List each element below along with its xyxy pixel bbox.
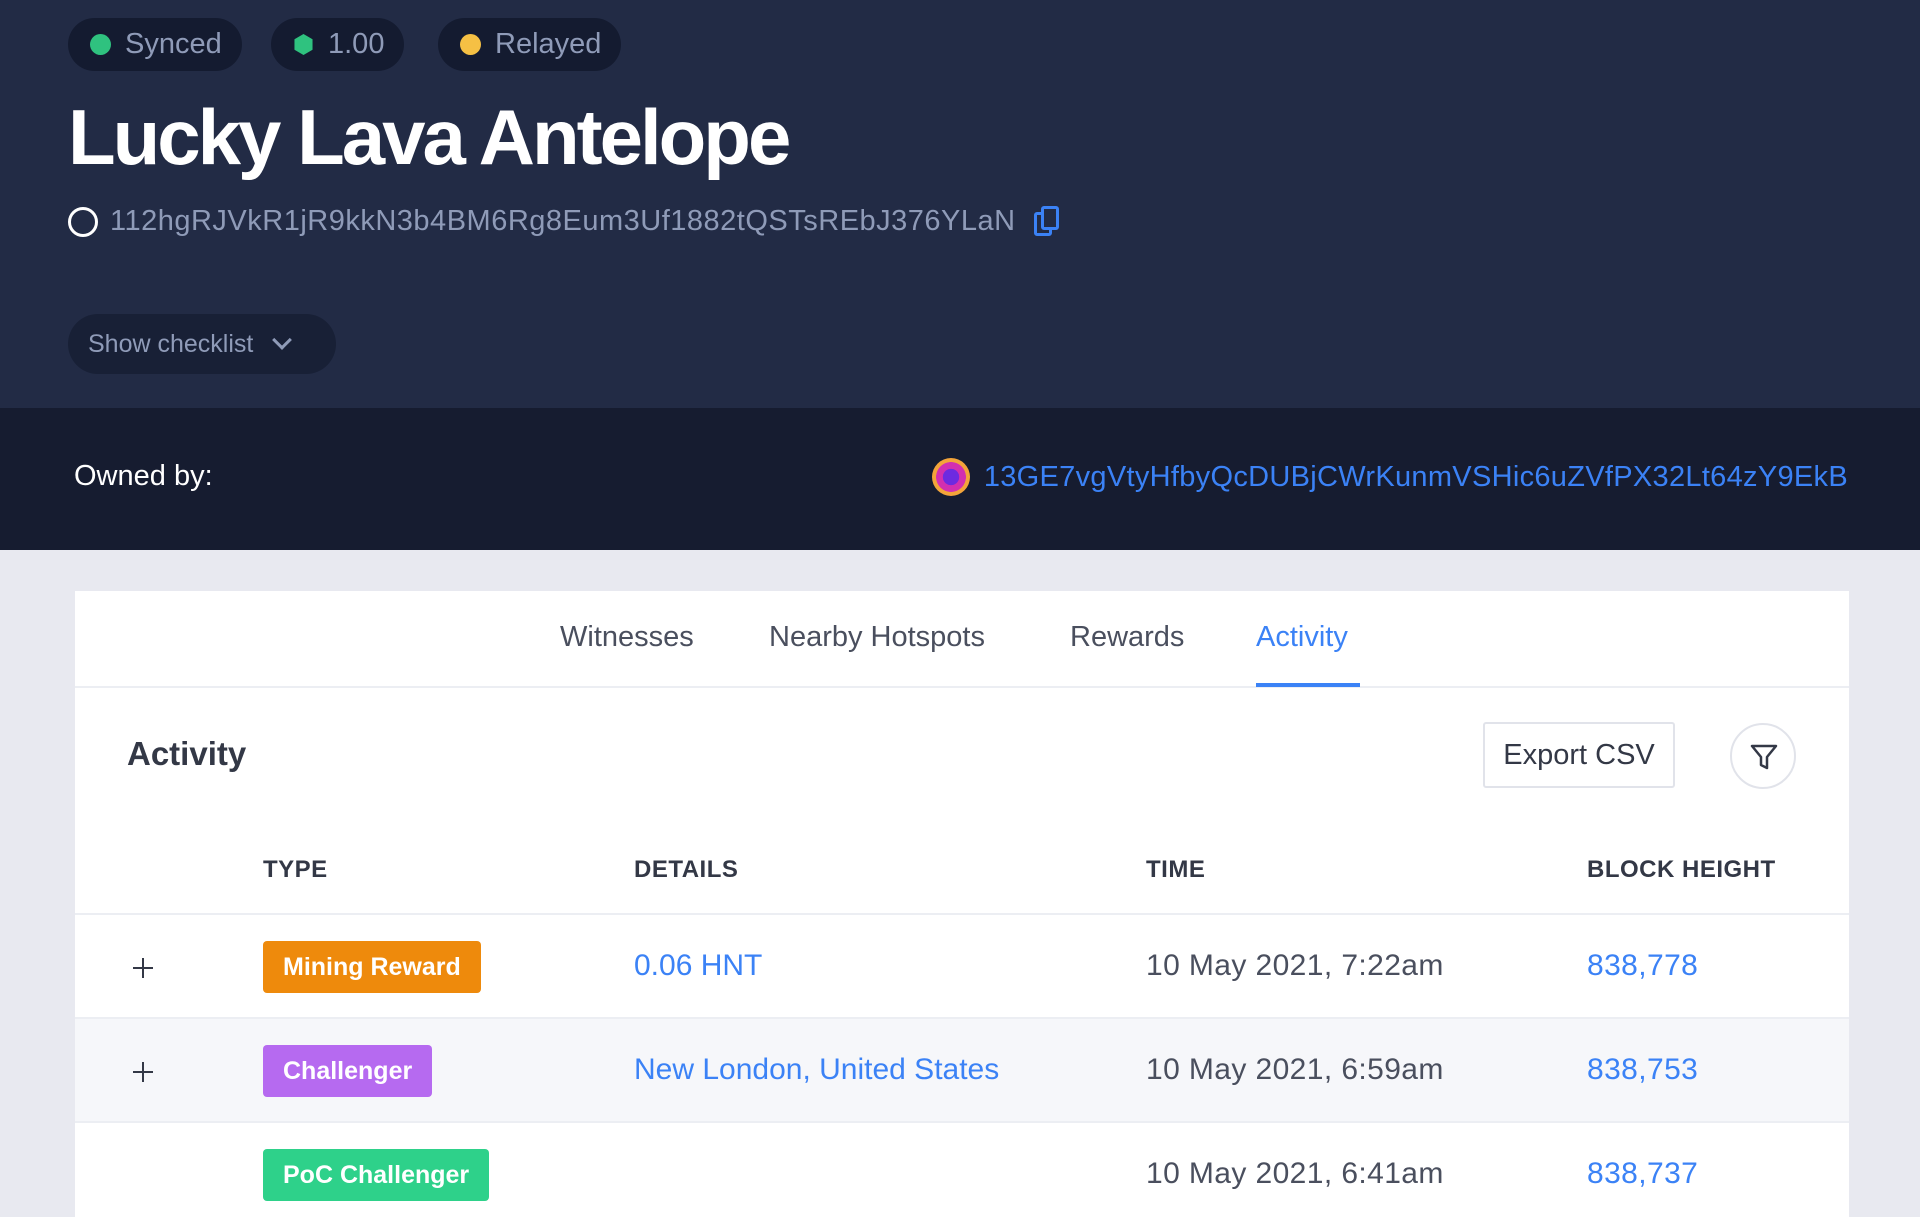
active-tab-indicator (1256, 683, 1360, 687)
tab-activity[interactable]: Activity (1256, 621, 1348, 654)
time-cell: 10 May 2021, 6:41am (1146, 1157, 1444, 1190)
filter-icon (1750, 744, 1778, 770)
tab-bar: Witnesses Nearby Hotspots Rewards Activi… (75, 591, 1849, 688)
time-cell: 10 May 2021, 6:59am (1146, 1053, 1444, 1086)
block-height-link[interactable]: 838,778 (1587, 949, 1698, 983)
status-synced-pill: Synced (68, 18, 242, 71)
hotspot-name: Lucky Lava Antelope (68, 93, 791, 181)
synced-label: Synced (125, 28, 222, 60)
reward-scale-value: 1.00 (328, 28, 385, 60)
column-header-time: TIME (1146, 856, 1206, 883)
type-badge-poc-challenger: PoC Challenger (263, 1149, 490, 1201)
relayed-label: Relayed (495, 28, 602, 60)
type-badge-challenger: Challenger (263, 1045, 433, 1097)
filter-button[interactable] (1730, 723, 1796, 789)
block-height-link[interactable]: 838,737 (1587, 1157, 1698, 1191)
tab-rewards[interactable]: Rewards (1070, 621, 1184, 654)
relayed-status-dot-icon (460, 34, 481, 55)
type-badge-mining-reward: Mining Reward (263, 941, 481, 993)
export-csv-button[interactable]: Export CSV (1483, 722, 1675, 788)
expand-row-icon[interactable] (127, 1056, 159, 1088)
column-header-type: TYPE (263, 856, 328, 883)
chevron-down-icon (272, 330, 293, 350)
owner-account-link[interactable]: 13GE7vgVtyHfbyQcDUBjCWrKunmVSHic6uZVfPX3… (931, 458, 1848, 496)
hotspot-address: 112hgRJVkR1jR9kkN3b4BM6Rg8Eum3Uf1882tQST… (110, 205, 1016, 237)
hotspot-address-row: 112hgRJVkR1jR9kkN3b4BM6Rg8Eum3Uf1882tQST… (68, 205, 1060, 238)
tab-witnesses[interactable]: Witnesses (560, 621, 694, 654)
owner-avatar-icon (931, 458, 970, 496)
owner-label: Owned by: (74, 460, 213, 492)
column-header-block-height: BLOCK HEIGHT (1587, 856, 1776, 883)
column-header-details: DETAILS (634, 856, 739, 883)
show-checklist-label: Show checklist (88, 329, 254, 358)
activity-card: Witnesses Nearby Hotspots Rewards Activi… (75, 591, 1849, 1217)
section-title: Activity (127, 735, 247, 772)
status-relayed-pill: Relayed (438, 18, 622, 71)
time-cell: 10 May 2021, 7:22am (1146, 949, 1444, 982)
synced-status-dot-icon (90, 34, 111, 55)
table-row[interactable]: PoC Challenger 10 May 2021, 6:41am 838,7… (75, 1123, 1849, 1217)
block-height-link[interactable]: 838,753 (1587, 1053, 1698, 1087)
owner-address[interactable]: 13GE7vgVtyHfbyQcDUBjCWrKunmVSHic6uZVfPX3… (984, 461, 1848, 494)
hotspot-ring-icon (68, 206, 98, 237)
table-row[interactable]: Mining Reward 0.06 HNT 10 May 2021, 7:22… (75, 915, 1849, 1019)
details-link[interactable]: New London, United States (634, 1053, 999, 1087)
hotspot-header: Synced 1.00 Relayed Lucky Lava Antelope … (0, 0, 1920, 408)
tab-nearby-hotspots[interactable]: Nearby Hotspots (769, 621, 985, 654)
expand-row-icon[interactable] (127, 952, 159, 984)
table-row[interactable]: Challenger New London, United States 10 … (75, 1019, 1849, 1123)
hexagon-icon (294, 34, 313, 55)
reward-scale-pill: 1.00 (271, 18, 405, 71)
details-link[interactable]: 0.06 HNT (634, 949, 762, 983)
show-checklist-button[interactable]: Show checklist (68, 314, 336, 374)
copy-icon[interactable] (1033, 205, 1060, 238)
owner-bar: Owned by: 13GE7vgVtyHfbyQcDUBjCWrKunmVSH… (0, 408, 1920, 550)
